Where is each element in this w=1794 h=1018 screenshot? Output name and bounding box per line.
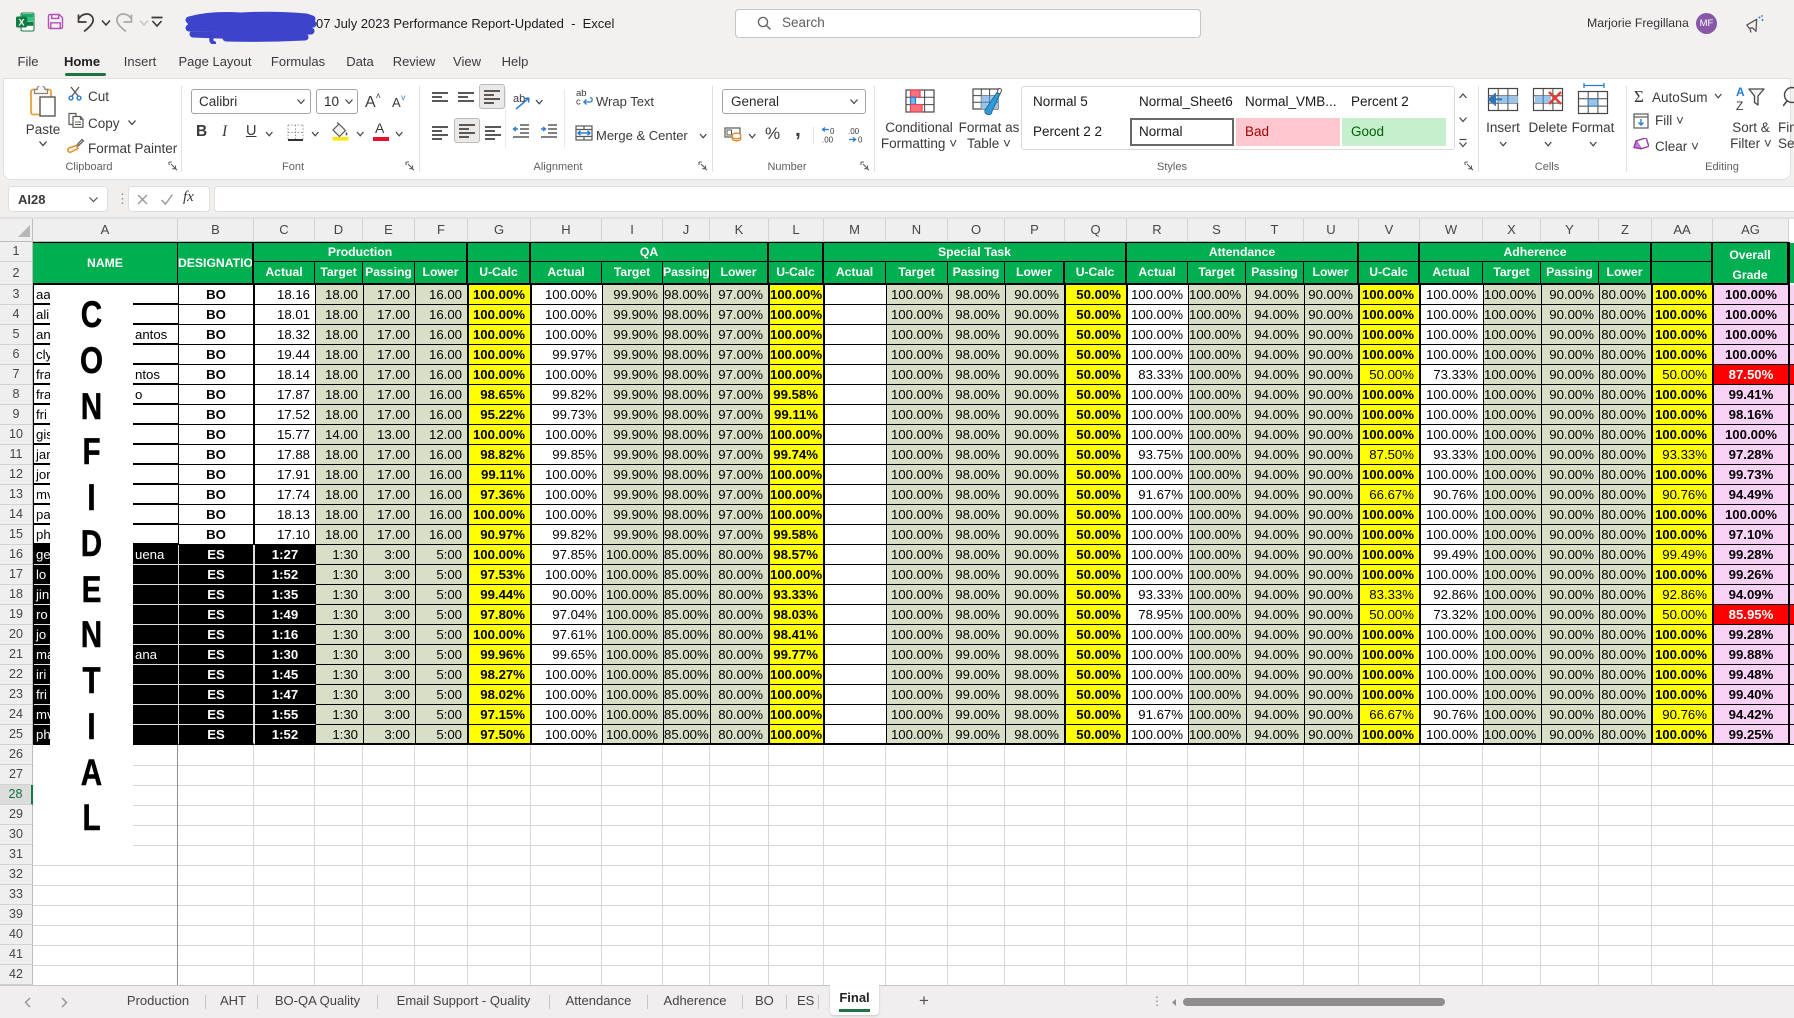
svg-text:A: A [1736,86,1745,99]
svg-text:Z: Z [1736,99,1743,113]
svg-text:c: c [576,97,581,106]
svg-text:0: 0 [858,136,863,145]
svg-text:X: X [18,17,24,27]
svg-text:.00: .00 [822,136,834,145]
